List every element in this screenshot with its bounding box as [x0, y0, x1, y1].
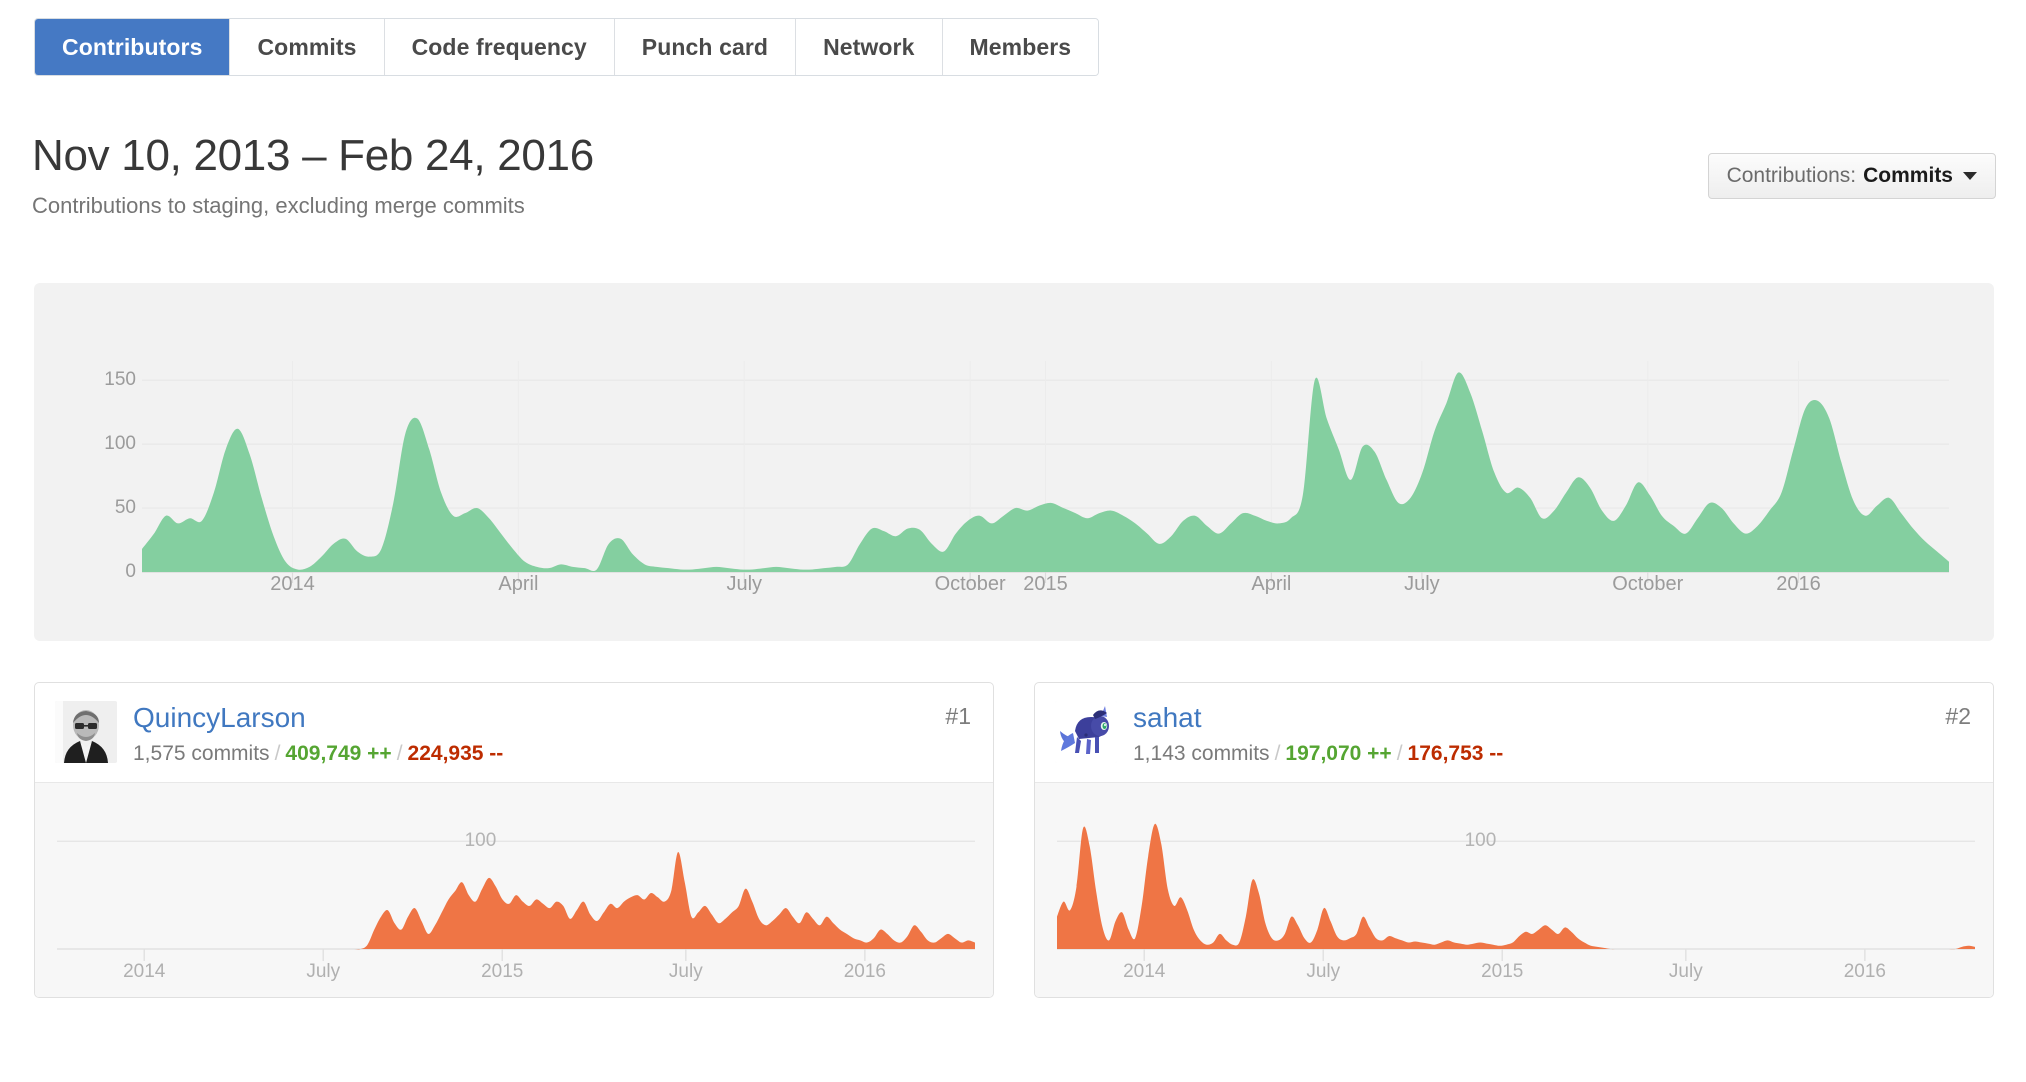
tab-members[interactable]: Members — [942, 19, 1099, 75]
contributor-rank: #1 — [945, 703, 971, 729]
contributor-chart-x-tick-label: July — [1668, 961, 1703, 983]
chevron-down-icon — [1963, 172, 1977, 180]
contributor-stats: 1,143 commits/197,070 ++/176,753 -- — [1133, 742, 1503, 766]
contributor-area-series — [1057, 823, 1975, 950]
contributor-chart-x-tick-label: 2016 — [843, 961, 886, 983]
avatar[interactable] — [55, 701, 117, 763]
contributor-chart-x-tick-label: July — [306, 961, 341, 983]
tab-commits[interactable]: Commits — [230, 19, 385, 75]
deletions-count: 176,753 -- — [1407, 742, 1504, 766]
main-chart-x-tick-label: 2016 — [1776, 573, 1821, 595]
tab-label: Punch card — [641, 33, 769, 60]
main-chart-x-tick-label: July — [726, 573, 763, 595]
commit-count: 1,575 commits — [133, 742, 270, 766]
contributor-chart-x-tick-label: 2015 — [1481, 961, 1524, 983]
contributor-rank: #2 — [1945, 703, 1971, 729]
deletions-count: 224,935 -- — [407, 742, 504, 766]
tab-label: Network — [823, 33, 915, 60]
contributor-chart-x-tick-label: July — [668, 961, 703, 983]
contributor-card: sahat 1,143 commits/197,070 ++/176,753 --… — [1034, 682, 1994, 999]
stats-separator: / — [396, 742, 403, 766]
tab-label: Code frequency — [411, 33, 587, 60]
contributor-card-list: QuincyLarson 1,575 commits/409,749 ++/224… — [34, 682, 1994, 999]
contributions-dropdown-label: Contributions: — [1726, 164, 1857, 187]
contributor-chart-y-tick-label: 100 — [464, 830, 497, 852]
tab-network[interactable]: Network — [796, 19, 943, 75]
contributor-sparkline-chart[interactable]: 100 2014 July 2015 July 2016 — [35, 783, 993, 998]
additions-count: 409,749 ++ — [285, 742, 392, 766]
contributor-sparkline-chart[interactable]: 100 2014 July 2015 July 2016 — [1035, 783, 1993, 998]
contributor-card: QuincyLarson 1,575 commits/409,749 ++/224… — [34, 682, 994, 999]
contributor-username-link[interactable]: QuincyLarson — [133, 702, 306, 734]
contributor-stats: 1,575 commits/409,749 ++/224,935 -- — [133, 742, 503, 766]
contributor-area-series — [57, 852, 975, 950]
contributor-meta: QuincyLarson 1,575 commits/409,749 ++/224… — [133, 701, 503, 766]
main-contributions-chart-panel: 150 100 50 0 2014 April July October 2015 April J… — [34, 283, 1994, 641]
stats-separator: / — [1274, 742, 1281, 766]
main-chart-x-tick-label: July — [1404, 573, 1440, 595]
main-chart-x-tick-label: April — [1251, 573, 1292, 595]
contributor-chart-y-tick-label: 100 — [1464, 830, 1497, 852]
stats-separator: / — [1396, 742, 1403, 766]
avatar-photo-quincylarson — [55, 701, 117, 763]
contributor-card-header: QuincyLarson 1,575 commits/409,749 ++/224… — [35, 683, 993, 784]
contributor-chart-x-tick-label: 2014 — [123, 961, 166, 983]
tab-label: Commits — [257, 33, 357, 60]
main-chart-x-tick-label: 2015 — [1023, 573, 1068, 595]
tab-punch-card[interactable]: Punch card — [614, 19, 797, 75]
tab-code-frequency[interactable]: Code frequency — [384, 19, 615, 75]
main-chart-x-tick-label: 2014 — [270, 573, 315, 595]
contributions-type-dropdown[interactable]: Contributions: Commits — [1707, 153, 1996, 199]
contributor-card-header: sahat 1,143 commits/197,070 ++/176,753 --… — [1035, 683, 1993, 784]
contributor-chart-x-tick-label: 2016 — [1843, 961, 1886, 983]
additions-count: 197,070 ++ — [1285, 742, 1392, 766]
page-heading-block: Nov 10, 2013 – Feb 24, 2016 Contribution… — [32, 132, 1132, 219]
main-chart-y-tick-label: 100 — [104, 433, 136, 455]
page-title: Nov 10, 2013 – Feb 24, 2016 — [32, 131, 594, 180]
commit-count: 1,143 commits — [1133, 742, 1270, 766]
contributor-username-link[interactable]: sahat — [1133, 702, 1202, 734]
main-chart-y-tick-label: 50 — [114, 497, 136, 519]
tab-label: Members — [969, 33, 1072, 60]
tab-contributors[interactable]: Contributors — [35, 19, 231, 75]
contributions-dropdown-value: Commits — [1863, 164, 1953, 187]
contributor-meta: sahat 1,143 commits/197,070 ++/176,753 -- — [1133, 701, 1503, 766]
main-chart-y-tick-label: 150 — [104, 369, 136, 391]
contributor-chart-x-tick-label: 2015 — [481, 961, 524, 983]
page-subtitle: Contributions to staging, excluding merg… — [32, 192, 525, 218]
avatar[interactable] — [1055, 701, 1117, 763]
main-chart-x-axis-labels: 2014 April July October 2015 April July October… — [34, 573, 1994, 607]
stats-separator: / — [274, 742, 281, 766]
contributor-chart-x-tick-label: July — [1306, 961, 1341, 983]
repo-insights-tabnav[interactable]: Contributors Commits Code frequency Punc… — [34, 18, 1100, 76]
main-chart-x-tick-label: October — [1612, 573, 1684, 595]
contributor-chart-x-tick-label: 2014 — [1123, 961, 1166, 983]
main-chart-x-tick-label: October — [934, 573, 1006, 595]
avatar-pony-sahat — [1055, 701, 1117, 763]
tab-label: Contributors — [62, 33, 203, 60]
main-chart-x-tick-label: April — [498, 573, 539, 595]
